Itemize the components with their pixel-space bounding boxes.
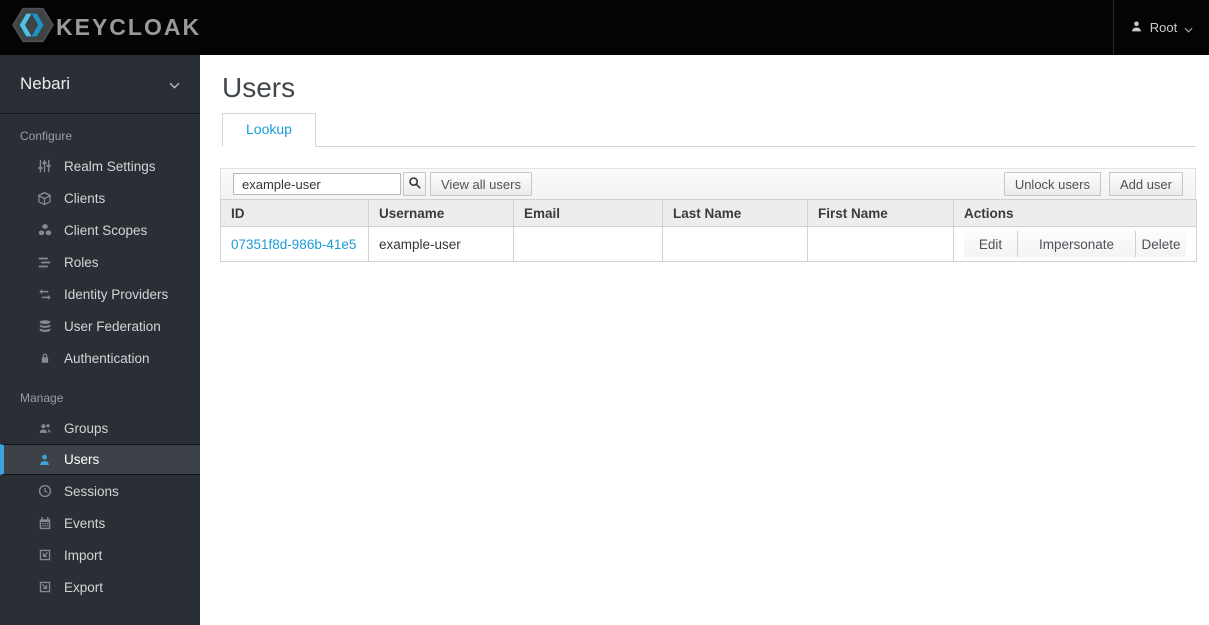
topbar: KEYCLOAK Root	[0, 0, 1209, 55]
sidebar-item-label: Clients	[64, 190, 106, 206]
delete-button[interactable]: Delete	[1135, 231, 1186, 257]
sidebar-item-label: Client Scopes	[64, 222, 148, 238]
lock-icon	[36, 351, 53, 365]
exchange-icon	[36, 288, 53, 301]
cell-id: 07351f8d-986b-41e5…	[220, 226, 369, 262]
sidebar-item-label: Import	[64, 547, 103, 563]
search-icon	[408, 176, 422, 193]
view-all-users-button[interactable]: View all users	[430, 172, 532, 196]
calendar-icon	[36, 516, 53, 530]
unlock-users-button[interactable]: Unlock users	[1003, 172, 1101, 196]
column-header-id: ID	[220, 199, 369, 227]
sidebar-item-groups[interactable]: Groups	[0, 412, 200, 444]
impersonate-button[interactable]: Impersonate	[1017, 231, 1135, 257]
sidebar-item-label: Roles	[64, 254, 99, 270]
user-icon	[36, 453, 53, 467]
main-content: Users Lookup View all users Unlock users…	[200, 55, 1209, 625]
user-menu-label: Root	[1149, 20, 1178, 35]
add-user-button[interactable]: Add user	[1108, 172, 1183, 196]
cube-icon	[36, 191, 53, 206]
search-input[interactable]	[233, 173, 401, 195]
sidebar-item-roles[interactable]: Roles	[0, 246, 200, 278]
list-icon	[36, 256, 53, 269]
cell-email	[513, 226, 663, 262]
sidebar-item-label: User Federation	[64, 318, 161, 334]
cell-username: example-user	[368, 226, 514, 262]
database-icon	[36, 319, 53, 334]
sidebar-item-identity-providers[interactable]: Identity Providers	[0, 278, 200, 310]
sidebar-item-label: Users	[64, 452, 100, 467]
cubes-icon	[36, 223, 53, 237]
import-icon	[36, 548, 53, 562]
keycloak-admin-console: KEYCLOAK Root Nebari Configure Realm Set…	[0, 0, 1209, 625]
users-table-container: View all users Unlock users Add user ID …	[220, 168, 1197, 262]
cell-last-name	[662, 226, 808, 262]
section-label-manage: Manage	[20, 391, 64, 405]
sidebar-item-events[interactable]: Events	[0, 507, 200, 539]
row-actions: Edit Impersonate Delete	[964, 231, 1186, 257]
sidebar-item-import[interactable]: Import	[0, 539, 200, 571]
sliders-icon	[36, 159, 53, 173]
edit-button[interactable]: Edit	[964, 231, 1017, 257]
sidebar-item-label: Authentication	[64, 350, 150, 366]
section-label-configure: Configure	[20, 129, 73, 143]
sidebar-item-user-federation[interactable]: User Federation	[0, 310, 200, 342]
person-icon	[1130, 20, 1143, 36]
sidebar-item-label: Export	[64, 579, 104, 595]
table-row: 07351f8d-986b-41e5… example-user Edit Im…	[220, 226, 1197, 262]
sidebar-item-label: Events	[64, 515, 106, 531]
table-header-row: ID Username Email Last Name First Name A…	[220, 199, 1197, 227]
sidebar-item-label: Sessions	[64, 483, 119, 499]
sidebar-item-label: Realm Settings	[64, 158, 156, 174]
column-header-first-name: First Name	[807, 199, 954, 227]
realm-name: Nebari	[20, 74, 71, 93]
clock-icon	[36, 484, 53, 498]
user-menu[interactable]: Root	[1113, 0, 1209, 55]
sidebar: Nebari Configure Realm Settings Clients …	[0, 55, 200, 625]
sidebar-item-users[interactable]: Users	[0, 444, 200, 475]
tab-bar: Lookup	[222, 113, 1196, 147]
user-id-link[interactable]: 07351f8d-986b-41e5…	[231, 237, 358, 252]
keycloak-logo[interactable]: KEYCLOAK	[0, 6, 201, 49]
sidebar-item-authentication[interactable]: Authentication	[0, 342, 200, 374]
sidebar-item-export[interactable]: Export	[0, 571, 200, 603]
cell-first-name	[807, 226, 954, 262]
users-toolbar: View all users Unlock users Add user	[220, 168, 1196, 199]
sidebar-item-client-scopes[interactable]: Client Scopes	[0, 214, 200, 246]
tab-lookup[interactable]: Lookup	[222, 113, 316, 147]
column-header-actions: Actions	[953, 199, 1197, 227]
sidebar-item-clients[interactable]: Clients	[0, 182, 200, 214]
cell-actions: Edit Impersonate Delete	[953, 226, 1197, 262]
sidebar-item-label: Groups	[64, 420, 109, 436]
logo-wordmark: KEYCLOAK	[56, 14, 202, 40]
users-icon	[36, 422, 53, 435]
column-header-username: Username	[368, 199, 514, 227]
search-button[interactable]	[403, 172, 426, 196]
page-title: Users	[222, 72, 296, 103]
realm-selector[interactable]: Nebari	[0, 55, 200, 114]
sidebar-item-realm-settings[interactable]: Realm Settings	[0, 150, 200, 182]
keycloak-logo-icon	[12, 6, 54, 49]
sidebar-item-sessions[interactable]: Sessions	[0, 475, 200, 507]
sidebar-item-label: Identity Providers	[64, 286, 169, 302]
chevron-down-icon	[1184, 21, 1193, 36]
column-header-last-name: Last Name	[662, 199, 808, 227]
users-table: ID Username Email Last Name First Name A…	[220, 199, 1197, 262]
chevron-down-icon	[169, 74, 180, 94]
column-header-email: Email	[513, 199, 663, 227]
export-icon	[36, 580, 53, 594]
